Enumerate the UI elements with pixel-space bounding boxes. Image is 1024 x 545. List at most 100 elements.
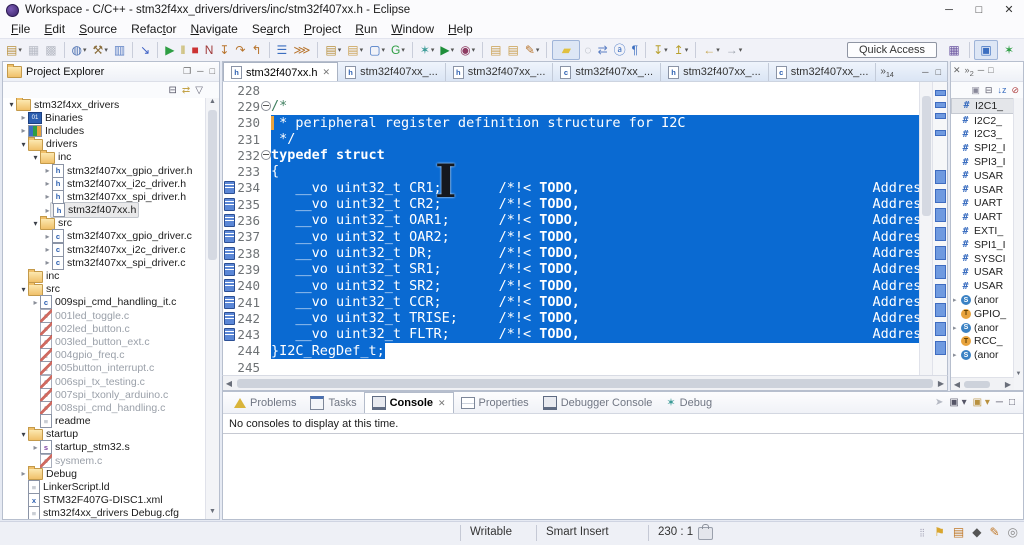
dropdown-arrow-icon[interactable]: ▾	[716, 46, 720, 54]
dropdown-arrow-icon[interactable]: ▾	[338, 46, 342, 54]
expand-arrow-icon[interactable]: ▾	[31, 153, 40, 162]
close-tab-icon[interactable]: ✕	[438, 398, 446, 409]
view-tab-decoration-icon[interactable]: ❒	[183, 66, 191, 77]
previous-annotation-icon[interactable]: ↥ ▾	[672, 41, 691, 59]
collapse-all-icon[interactable]: ⊟	[985, 85, 993, 96]
menu-window[interactable]: Window	[384, 22, 441, 36]
minimize-view-icon[interactable]: ─	[197, 66, 203, 77]
annotation-mark[interactable]	[935, 113, 946, 119]
editor-tab[interactable]: c stm32f407xx_...	[553, 62, 662, 82]
todo-annotation-mark[interactable]	[935, 227, 946, 241]
tree-item[interactable]: ▸ Debug	[3, 466, 206, 481]
scroll-left-icon[interactable]: ◀	[951, 380, 963, 389]
dropdown-arrow-icon[interactable]: ▾	[401, 46, 405, 54]
minimize-view-icon[interactable]: ─	[996, 397, 1003, 408]
launch-mode-icon[interactable]: ◍ ▾	[70, 41, 89, 59]
expand-arrow-icon[interactable]: ▸	[953, 296, 960, 304]
view-overflow-chevron[interactable]: »2	[965, 65, 974, 78]
todo-annotation-mark[interactable]	[935, 265, 946, 279]
new-project-icon[interactable]: ▤ ▾	[345, 41, 365, 59]
scroll-down-icon[interactable]: ▼	[1014, 371, 1023, 377]
collapse-all-icon[interactable]: ⊟	[169, 85, 177, 96]
code-text[interactable]: __vo uint32_t OAR2; /*!< TODO, Address o…	[271, 228, 919, 245]
code-line[interactable]: 240 __vo uint32_t SR2; /*!< TODO, Addres…	[223, 277, 919, 294]
dropdown-arrow-icon[interactable]: ▾	[83, 46, 87, 54]
outline-item[interactable]: # I2C2_	[951, 114, 1014, 128]
maximize-view-icon[interactable]: □	[1009, 397, 1015, 408]
code-line[interactable]: 228	[223, 82, 919, 98]
code-lines[interactable]: 228 229/* 230 * peripheral register defini…	[223, 82, 919, 376]
back-icon[interactable]: ← ▾	[701, 41, 722, 59]
code-text[interactable]: __vo uint32_t CR2; /*!< TODO, Address of…	[271, 196, 919, 213]
code-text[interactable]: __vo uint32_t SR2; /*!< TODO, Address of…	[271, 277, 919, 294]
open-console-icon[interactable]: ▣ ▾	[973, 397, 990, 408]
dropdown-arrow-icon[interactable]: ▾	[360, 46, 364, 54]
show-annotations-icon[interactable]: ⓐ	[612, 41, 628, 59]
editor-tab[interactable]: h stm32f407xx.h ✕	[223, 61, 339, 83]
expand-arrow-icon[interactable]: ▸	[43, 166, 52, 175]
expand-arrow-icon[interactable]: ▾	[7, 100, 16, 109]
expand-arrow-icon[interactable]: ▸	[43, 245, 52, 254]
profile-icon[interactable]: ◉ ▾	[458, 41, 477, 59]
scrollbar-thumb[interactable]	[237, 378, 933, 388]
menu-file[interactable]: File	[4, 22, 37, 36]
dropdown-arrow-icon[interactable]: ▾	[536, 46, 540, 54]
editor-tab[interactable]: h stm32f407xx_...	[446, 62, 554, 82]
outline-item[interactable]: # UART	[951, 197, 1014, 211]
tree-item[interactable]: c sysmem.c	[3, 453, 206, 468]
menu-help[interactable]: Help	[441, 22, 480, 36]
code-line[interactable]: 237 __vo uint32_t OAR2; /*!< TODO, Addre…	[223, 228, 919, 245]
display-console-icon[interactable]: ▣ ▾	[949, 397, 966, 408]
code-line[interactable]: 235 __vo uint32_t CR2; /*!< TODO, Addres…	[223, 196, 919, 213]
scrollbar-thumb[interactable]	[208, 110, 217, 260]
code-text[interactable]: {	[271, 163, 919, 180]
tree-item[interactable]: ▸ h stm32f407xx_i2c_driver.h	[3, 176, 206, 191]
code-line[interactable]: 238 __vo uint32_t DR; /*!< TODO, Address…	[223, 244, 919, 262]
outline-item[interactable]: # UART	[951, 210, 1014, 224]
git-icon[interactable]: G ▾	[389, 41, 407, 59]
scroll-up-icon[interactable]: ▲	[206, 98, 219, 109]
outline-vertical-scrollbar[interactable]: ▼	[1013, 98, 1023, 390]
target-icon[interactable]: ◎	[1008, 525, 1018, 539]
editor-tab[interactable]: c stm32f407xx_...	[769, 62, 877, 82]
whats-new-icon[interactable]: ⚑	[934, 525, 945, 539]
outline-item[interactable]: # USAR	[951, 169, 1014, 183]
annotation-mark[interactable]	[935, 90, 946, 96]
tree-item[interactable]: ▾ src	[3, 215, 206, 230]
cdt-perspective-icon[interactable]: ▣	[974, 40, 998, 60]
console-tab-debug[interactable]: ✶ Debug	[659, 393, 719, 413]
code-line[interactable]: 245	[223, 359, 919, 375]
menu-edit[interactable]: Edit	[37, 22, 72, 36]
debug-icon[interactable]: ✶ ▾	[418, 41, 437, 59]
tree-item[interactable]: ≡ readme	[3, 414, 206, 429]
code-text[interactable]: __vo uint32_t DR; /*!< TODO, Address off…	[271, 244, 919, 262]
step-over-icon[interactable]: ↷	[233, 41, 247, 59]
outline-item[interactable]: T GPIO_	[951, 307, 1014, 321]
expand-arrow-icon[interactable]: ▸	[19, 469, 28, 478]
dropdown-arrow-icon[interactable]: ▾	[104, 46, 108, 54]
resume-icon[interactable]: ▶	[163, 41, 176, 59]
code-text[interactable]: typedef struct	[271, 147, 919, 164]
scroll-left-icon[interactable]: ◀	[223, 379, 235, 388]
code-line[interactable]: 232 typedef struct	[223, 147, 919, 164]
menu-search[interactable]: Search	[245, 22, 297, 36]
tree-item[interactable]: c 005button_interrupt.c	[3, 361, 206, 376]
tab-overflow-chevron[interactable]: »14	[880, 66, 893, 79]
step-return-icon[interactable]: ↰	[249, 41, 263, 59]
tree-item[interactable]: c 007spi_txonly_arduino.c	[3, 387, 206, 402]
console-tab-tasks[interactable]: Tasks	[303, 393, 363, 413]
code-text[interactable]: * peripheral register definition structu…	[271, 114, 919, 131]
open-element-icon[interactable]: ▤	[488, 41, 503, 59]
code-text[interactable]: /*	[271, 98, 919, 114]
tree-item[interactable]: ▾ src	[3, 281, 206, 296]
close-window-icon[interactable]: ✕	[994, 1, 1024, 19]
outline-item[interactable]: # SPI1_I	[951, 238, 1014, 252]
binary-parser-icon[interactable]: ▥	[112, 41, 127, 59]
minimize-editor-icon[interactable]: ─	[922, 67, 928, 77]
console-tab-properties[interactable]: Properties	[454, 393, 536, 413]
outline-item[interactable]: ▸ S (anor	[951, 321, 1014, 335]
open-perspective-icon[interactable]: ▦	[943, 41, 965, 59]
show-whitespace-icon[interactable]: ¶	[630, 41, 640, 59]
scroll-down-icon[interactable]: ▼	[206, 508, 219, 519]
tree-item[interactable]: ▸ s startup_stm32.s	[3, 440, 206, 455]
